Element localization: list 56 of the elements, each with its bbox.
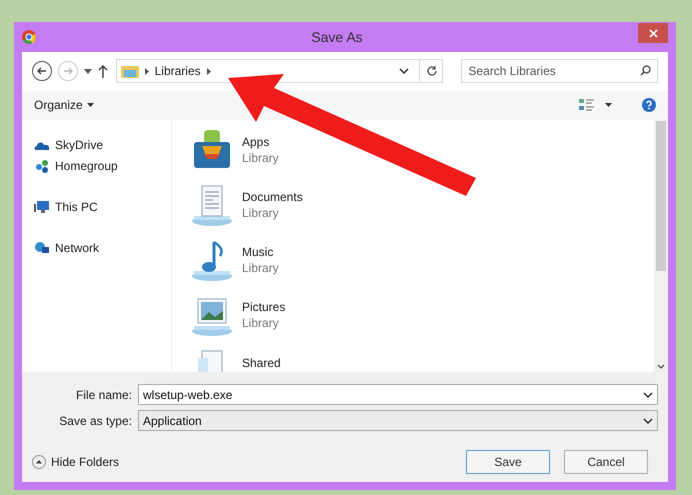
search-icon (640, 65, 651, 76)
view-options-icon[interactable] (579, 98, 595, 112)
library-type: Library (242, 205, 280, 221)
scroll-thumb[interactable] (656, 121, 666, 271)
chevron-down-icon (643, 418, 653, 424)
close-icon (648, 28, 658, 38)
library-type: Library (242, 315, 280, 331)
chevron-right-icon (206, 68, 211, 74)
breadcrumb-item[interactable]: Libraries (154, 62, 201, 80)
library-folder-icon (120, 64, 139, 78)
chevron-down-icon (643, 392, 653, 398)
computer-icon (34, 200, 50, 214)
back-arrow-icon (36, 66, 47, 76)
library-name: Music (242, 244, 274, 260)
dropdown-triangle-icon (86, 103, 94, 107)
refresh-icon[interactable] (426, 65, 438, 77)
file-type-dropdown[interactable]: Application (138, 410, 658, 431)
sidebar-item[interactable]: Network (34, 237, 171, 258)
save-button[interactable]: Save (466, 450, 550, 474)
library-type: Library (242, 150, 279, 166)
help-icon[interactable] (642, 98, 656, 112)
scroll-down-icon (657, 364, 665, 369)
people-icon (34, 158, 50, 172)
hide-folders-button[interactable]: Hide Folders (32, 453, 120, 471)
library-item[interactable]: Pictures Library (190, 293, 654, 337)
library-type: Library (242, 260, 279, 276)
library-item[interactable]: Music Library (190, 238, 654, 282)
library-name: Documents (242, 189, 303, 205)
field-label: Save as type: (58, 412, 133, 430)
sidebar-item[interactable]: Homegroup (34, 155, 171, 176)
collapse-icon (32, 455, 46, 469)
organize-menu[interactable]: Organize (34, 96, 94, 114)
library-name: Apps (242, 134, 270, 150)
library-item[interactable]: Apps Library (190, 128, 654, 172)
file-name-field[interactable]: wlsetup-web.exe (138, 384, 658, 405)
library-name: Shared (242, 355, 281, 371)
search-field[interactable]: Search Libraries (461, 59, 658, 83)
sidebar-item[interactable]: SkyDrive (34, 134, 171, 155)
forward-arrow-icon (62, 66, 73, 76)
window-title: Save As (310, 28, 364, 46)
chevron-down-icon (399, 68, 410, 74)
chevron-right-icon (144, 68, 149, 74)
cancel-button[interactable]: Cancel (564, 450, 648, 474)
library-item[interactable]: Documents Library (190, 183, 654, 227)
sidebar-item[interactable]: This PC (34, 196, 171, 217)
dropdown-triangle-icon[interactable] (84, 68, 92, 74)
close-button[interactable] (638, 23, 668, 43)
back-button[interactable] (32, 61, 52, 81)
network-icon (34, 240, 50, 254)
browser-logo-icon (22, 30, 36, 44)
music-note-icon (190, 238, 234, 282)
field-label: File name: (74, 386, 133, 404)
up-arrow-icon[interactable] (98, 64, 108, 78)
dropdown-triangle-icon[interactable] (605, 103, 612, 107)
document-icon (190, 183, 234, 227)
library-name: Pictures (242, 299, 286, 315)
